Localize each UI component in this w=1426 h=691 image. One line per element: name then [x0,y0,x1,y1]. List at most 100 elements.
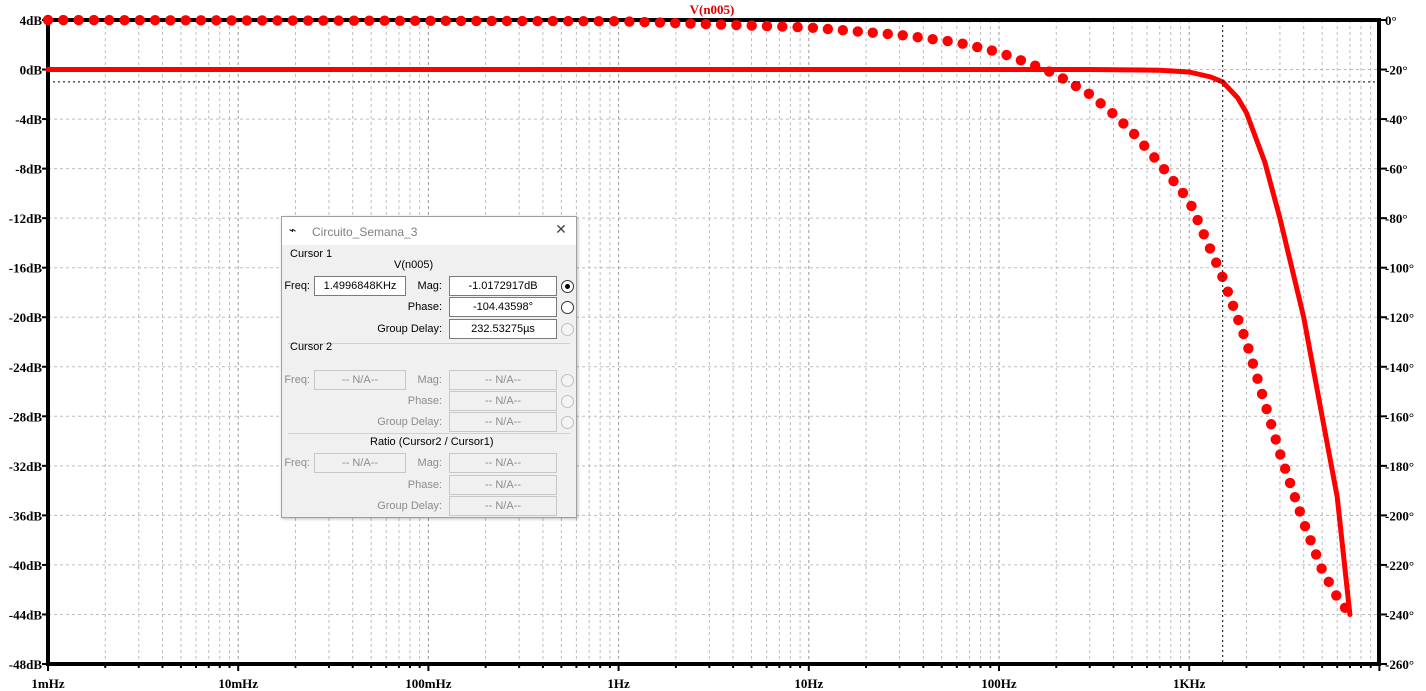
cursor2-mag-radio[interactable] [561,374,574,387]
magnitude-series [45,67,1353,617]
phase-point [471,15,482,27]
cursor1-phase-label: Phase: [407,301,442,313]
cursor1-mag-label: Mag: [417,280,442,292]
y-left-tick-label: -40dB [9,558,43,573]
y-right-tick-label: -40° [1385,112,1408,127]
plot-frame [46,18,1381,666]
phase-point [134,14,145,26]
phase-point [1192,214,1203,226]
y-right-tick-label: 0° [1385,13,1397,28]
bode-plot[interactable]: 4dB 0dB -4dB -8dB -12dB -16dB -20dB -24dB -28dB -… [0,0,1426,691]
ratio-group-delay-label: Group Delay: [377,500,442,512]
trace-title[interactable]: V(n005) [690,2,735,17]
cursor2-phase-label: Phase: [407,395,442,407]
phase-point [1095,98,1106,109]
phase-point [287,15,298,26]
phase-point [685,18,696,29]
phase-point [807,22,819,33]
phase-point [1247,358,1259,369]
phase-point [777,21,788,32]
phase-point [42,14,54,26]
y-right-tick-label: -200° [1385,508,1414,523]
phase-point [1270,434,1281,445]
phase-point [1265,419,1277,430]
phase-point [1316,563,1327,574]
divider [288,433,570,434]
cursor-dialog[interactable]: ⌁ Circuito_Semana_3 ✕ Cursor 1 V(n005) F… [281,216,577,518]
cursor1-group-delay-field[interactable]: 232.53275µs [449,319,557,339]
cursor2-group-delay-field[interactable]: -- N/A-- [449,412,557,432]
phase-series [42,14,1351,614]
phase-point [852,26,864,37]
y-left-tick-label: -32dB [9,459,43,474]
phase-point [608,16,620,27]
cursor2-freq-label: Freq: [284,374,310,386]
phase-point [654,17,666,28]
cursor1-phase-radio[interactable] [561,301,574,314]
cursor1-trace-name: V(n005) [394,259,434,271]
phase-point [119,14,130,26]
phase-point [1015,55,1027,66]
cursor1-phase-field[interactable]: -104.43598° [449,297,557,317]
phase-point [624,16,635,27]
ratio-mag-field[interactable]: -- N/A-- [449,453,557,473]
phase-point [425,15,436,27]
phase-point [837,25,849,36]
phase-point [1310,549,1322,560]
y-right-tick-label: -140° [1385,360,1414,375]
phase-point [1238,328,1249,340]
ratio-group-delay-field[interactable]: -- N/A-- [449,496,557,516]
phase-point [1256,388,1268,400]
ltspice-app-icon: ⌁ [289,223,297,237]
phase-point [379,15,390,26]
phase-point [1107,107,1118,119]
phase-point [517,15,528,27]
phase-point [562,15,574,27]
cursor2-phase-field[interactable]: -- N/A-- [449,391,557,411]
y-right-tick-label: -100° [1385,261,1414,276]
phase-point [1043,66,1055,77]
cursor1-heading: Cursor 1 [290,248,333,260]
x-tick-label: 1mHz [31,676,64,691]
x-tick-label: 100Hz [981,676,1017,691]
ratio-phase-field[interactable]: -- N/A-- [449,475,557,495]
phase-point [1149,152,1160,163]
cursor-lines[interactable] [48,20,1379,664]
x-tick-label: 10Hz [794,676,823,691]
ratio-freq-label: Freq: [284,457,310,469]
y-left-tick-label: -4dB [15,112,42,127]
phase-point [897,30,908,41]
phase-point [1070,80,1082,92]
cursor1-group-delay-radio[interactable] [561,323,574,336]
cursor2-mag-field[interactable]: -- N/A-- [449,370,557,390]
cursor1-mag-field[interactable]: -1.0172917dB [449,276,557,296]
phase-point [942,35,953,47]
ratio-mag-label: Mag: [417,457,442,469]
phase-point [1294,506,1306,517]
phase-point [639,16,650,28]
phase-point [501,15,513,27]
y-right-tick-label: -240° [1385,607,1414,622]
phase-point [1243,343,1254,354]
x-tick-label: 1KHz [1173,676,1206,691]
x-tick-label: 10mHz [218,676,258,691]
phase-point [1279,463,1291,474]
ratio-phase-label: Phase: [407,479,442,491]
dialog-titlebar[interactable]: ⌁ Circuito_Semana_3 ✕ [282,217,576,245]
phase-point [912,32,923,43]
cursor2-group-delay-radio[interactable] [561,416,574,429]
close-icon[interactable]: ✕ [552,221,570,239]
cursor1-group-delay-label: Group Delay: [377,323,442,335]
cursor2-phase-radio[interactable] [561,395,574,408]
cursor2-heading: Cursor 2 [290,341,333,353]
phase-point [1177,187,1189,199]
phase-point [986,45,998,56]
phase-point [440,15,451,27]
phase-point [822,23,834,35]
axis-ticks [42,19,1387,671]
phase-point [88,14,100,26]
phase-point [226,15,237,26]
y-right-tick-label: -160° [1385,409,1414,424]
cursor1-mag-radio[interactable] [561,280,574,293]
phase-point [149,15,161,26]
